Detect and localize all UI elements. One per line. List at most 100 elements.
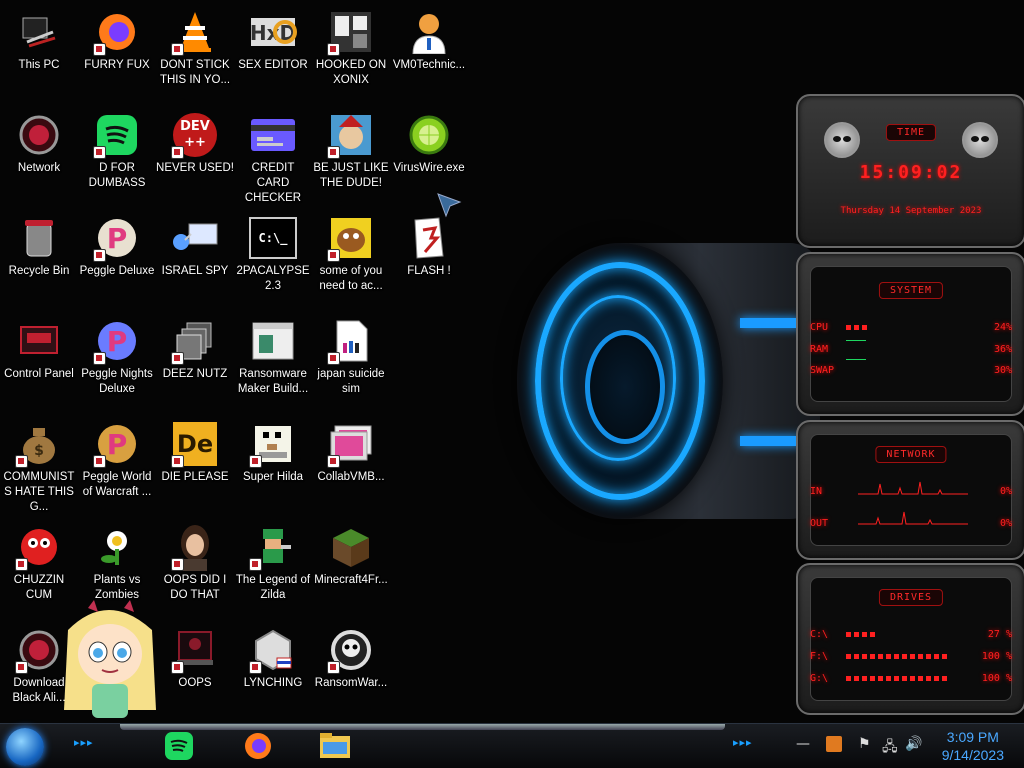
money-bag-icon: $ bbox=[15, 420, 63, 468]
hxd-icon: HxD bbox=[249, 8, 297, 56]
ransomwar-icon[interactable]: RansomWar... bbox=[312, 620, 390, 691]
hooked-on-xonix-icon[interactable]: HOOKED ON XONIX bbox=[312, 2, 390, 88]
recycle-bin-icon[interactable]: Recycle Bin bbox=[0, 208, 78, 279]
collabvm-icon[interactable]: CollabVMB... bbox=[312, 414, 390, 485]
icon-label: VM0Technic... bbox=[392, 59, 466, 71]
row-key: SWAP bbox=[810, 365, 835, 376]
taskbar-clock[interactable]: 3:09 PM 9/14/2023 bbox=[942, 728, 1004, 764]
network-icon[interactable]: Network bbox=[0, 105, 78, 176]
bonzi-icon bbox=[327, 214, 375, 262]
legend-of-zilda-icon[interactable]: The Legend of Zilda bbox=[234, 517, 312, 603]
row-key: C:\ bbox=[810, 629, 829, 640]
icon-label: FLASH ! bbox=[407, 265, 451, 277]
never-used-icon[interactable]: DEV ++ NEVER USED! bbox=[156, 105, 234, 176]
furry-fux-icon[interactable]: FURRY FUX bbox=[78, 2, 156, 73]
network-status-icon[interactable]: 🖧 bbox=[882, 736, 898, 760]
row-value: 100 % bbox=[981, 651, 1012, 662]
volume-icon[interactable]: 🔊 bbox=[905, 736, 922, 752]
icon-label: COMMUNISTS HATE THIS G... bbox=[3, 471, 75, 513]
vm0technic-icon[interactable]: VM0Technic... bbox=[390, 2, 468, 73]
system-gadget[interactable]: SYSTEM CPU 24% RAM 36% SWAP 30% bbox=[796, 252, 1024, 416]
peggle-deluxe-icon[interactable]: P Peggle Deluxe bbox=[78, 208, 156, 279]
elf-icon bbox=[327, 111, 375, 159]
cmd-icon: C:\_ bbox=[249, 214, 297, 262]
action-center-flag-icon[interactable]: ⚑ bbox=[858, 736, 871, 752]
network-gadget[interactable]: NETWORK IN 0% OUT 0% bbox=[796, 420, 1024, 560]
some-of-you-icon[interactable]: some of you need to ac... bbox=[312, 208, 390, 294]
icon-label: some of you need to ac... bbox=[319, 265, 383, 292]
gadget-title: SYSTEM bbox=[878, 282, 944, 299]
chuzzle-icon bbox=[15, 523, 63, 571]
dev-badge-text: DEV bbox=[180, 119, 210, 134]
drives-gadget[interactable]: DRIVES C:\ 27 % F:\ 100 % G:\ 100 % bbox=[796, 563, 1024, 715]
icon-label: NEVER USED! bbox=[156, 162, 234, 174]
row-value: 0% bbox=[999, 486, 1012, 497]
doctor-icon bbox=[405, 8, 453, 56]
super-hilda-icon[interactable]: Super Hilda bbox=[234, 414, 312, 485]
deez-nutz-icon[interactable]: DEEZ NUTZ bbox=[156, 311, 234, 382]
credit-card-icon[interactable]: CREDIT CARD CHECKER bbox=[234, 105, 312, 206]
svg-text:P: P bbox=[107, 325, 128, 358]
alienware-icon bbox=[15, 111, 63, 159]
minecraft-icon[interactable]: Minecraft4Fr... bbox=[312, 517, 390, 588]
network-out-graph bbox=[858, 511, 968, 525]
die-please-icon[interactable]: De DIE PLEASE bbox=[156, 414, 234, 485]
icon-label: D FOR DUMBASS bbox=[88, 162, 146, 189]
svg-text:P: P bbox=[107, 222, 128, 255]
lynching-icon[interactable]: LYNCHING bbox=[234, 620, 312, 691]
window-app-icon bbox=[249, 317, 297, 365]
document-icon bbox=[327, 317, 375, 365]
icon-label: japan suicide sim bbox=[317, 368, 385, 395]
control-panel-glyph-icon bbox=[15, 317, 63, 365]
start-button[interactable] bbox=[6, 728, 44, 766]
icon-label: Peggle World of Warcraft ... bbox=[82, 471, 152, 498]
oops-icon[interactable]: OOPS bbox=[156, 620, 234, 691]
devcpp-icon: DEV ++ bbox=[171, 111, 219, 159]
row-value: 24% bbox=[993, 322, 1012, 333]
sex-editor-icon[interactable]: HxD SEX EDITOR bbox=[234, 2, 312, 73]
pixel-dog-icon bbox=[249, 420, 297, 468]
peggle-icon: P bbox=[93, 420, 141, 468]
chuzzin-icon[interactable]: CHUZZIN CUM bbox=[0, 517, 78, 603]
director-icon: De bbox=[171, 420, 219, 468]
grass-block-icon bbox=[327, 523, 375, 571]
gadget-title: TIME bbox=[885, 124, 937, 141]
plants-vs-zombies-icon[interactable]: Plants vs Zombies bbox=[78, 517, 156, 603]
peggle-nights-icon[interactable]: P Peggle Nights Deluxe bbox=[78, 311, 156, 397]
communists-icon[interactable]: $ COMMUNISTS HATE THIS G... bbox=[0, 414, 78, 515]
icon-label: HOOKED ON XONIX bbox=[315, 59, 387, 86]
show-hidden-icons-icon[interactable]: — bbox=[796, 736, 810, 752]
gadget-clock: 15:09:02 bbox=[859, 162, 963, 183]
peggle-wow-icon[interactable]: P Peggle World of Warcraft ... bbox=[78, 414, 156, 500]
dont-stick-icon[interactable]: DONT STICK THIS IN YO... bbox=[156, 2, 234, 88]
tray-app-icon[interactable] bbox=[826, 736, 842, 752]
icon-label: Plants vs Zombies bbox=[93, 574, 141, 601]
icon-label: DEEZ NUTZ bbox=[162, 368, 228, 380]
icon-label: CollabVMB... bbox=[317, 471, 385, 483]
taskbar-file-explorer-button[interactable] bbox=[318, 729, 352, 763]
israel-spy-icon[interactable]: ISRAEL SPY bbox=[156, 208, 234, 279]
row-key: OUT bbox=[810, 518, 829, 529]
japan-suicide-sim-icon[interactable]: japan suicide sim bbox=[312, 311, 390, 397]
taskbar-spotify-button[interactable] bbox=[162, 729, 196, 763]
gadget-title: DRIVES bbox=[878, 589, 944, 606]
drive-g-bar bbox=[846, 676, 950, 681]
this-pc-icon[interactable]: This PC bbox=[0, 2, 78, 73]
control-panel-icon[interactable]: Control Panel bbox=[0, 311, 78, 382]
icon-label: Peggle Nights Deluxe bbox=[81, 368, 153, 395]
icon-label: OOPS bbox=[178, 677, 212, 689]
taskbar: ▸▸▸ ▸▸▸ — ⚑ 🖧 🔊 3:09 PM 9/14/2023 bbox=[0, 723, 1024, 768]
viruswire-icon[interactable]: VirusWire.exe bbox=[390, 105, 468, 176]
ransomware-maker-icon[interactable]: Ransomware Maker Build... bbox=[234, 311, 312, 397]
time-gadget[interactable]: TIME 15:09:02 Thursday 14 September 2023 bbox=[796, 94, 1024, 248]
oops-did-i-icon[interactable]: OOPS DID I DO THAT bbox=[156, 517, 234, 603]
d-for-dumbass-icon[interactable]: D FOR DUMBASS bbox=[78, 105, 156, 191]
icon-label: VirusWire.exe bbox=[393, 162, 465, 174]
ram-graph-line bbox=[846, 340, 866, 341]
be-just-like-the-dude-icon[interactable]: BE JUST LIKE THE DUDE! bbox=[312, 105, 390, 191]
2pacalypse-icon[interactable]: C:\_ 2PACALYPSE 2.3 bbox=[234, 208, 312, 294]
remote-desktop-icon bbox=[171, 214, 219, 262]
flash-icon[interactable]: FLASH ! bbox=[390, 208, 468, 279]
icon-label: LYNCHING bbox=[243, 677, 303, 689]
taskbar-firefox-button[interactable] bbox=[241, 729, 275, 763]
